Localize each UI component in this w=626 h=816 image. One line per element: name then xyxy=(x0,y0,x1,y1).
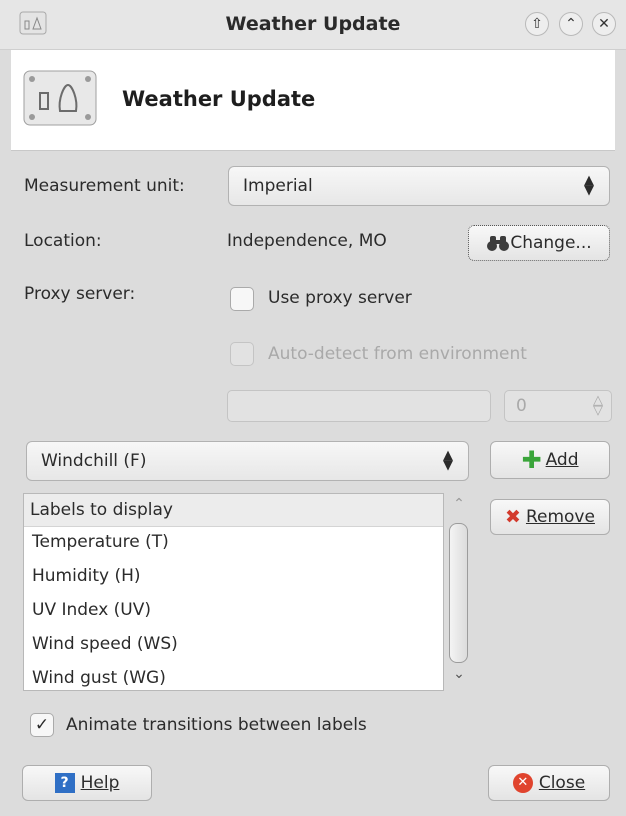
label-type-select[interactable]: Windchill (F) ▲ ▼ xyxy=(26,441,469,481)
proxy-server-label: Proxy server: xyxy=(24,284,136,304)
location-label: Location: xyxy=(24,231,102,251)
measurement-unit-select[interactable]: Imperial ▲ ▼ xyxy=(228,166,610,206)
updown-arrows-icon: ▲ ▼ xyxy=(443,448,453,473)
remove-button-label: Remove xyxy=(525,507,595,527)
help-button-label: Help xyxy=(80,773,120,793)
proxy-host-input[interactable] xyxy=(227,390,491,422)
label-type-value: Windchill (F) xyxy=(41,451,147,471)
labels-list-header[interactable]: Labels to display xyxy=(24,494,443,527)
change-location-button[interactable]: Change... xyxy=(468,225,610,261)
measurement-unit-value: Imperial xyxy=(243,176,313,196)
list-item[interactable]: Humidity (H) xyxy=(24,562,443,596)
updown-arrows-icon: ▲ ▼ xyxy=(584,173,594,198)
scroll-down-icon[interactable]: ⌄ xyxy=(450,666,468,684)
list-item[interactable]: Wind gust (WG) xyxy=(24,664,443,690)
binoculars-icon xyxy=(487,236,510,251)
proxy-port-spinbox[interactable]: 0 △ ▽ xyxy=(504,390,612,422)
remove-label-button[interactable]: ✖ Remove xyxy=(490,499,610,535)
remove-x-icon: ✖ xyxy=(505,505,521,528)
animate-checkbox[interactable]: ✓ xyxy=(30,713,54,737)
close-window-icon[interactable]: ✕ xyxy=(592,12,616,36)
location-value: Independence, MO xyxy=(227,231,387,251)
use-proxy-checkbox[interactable] xyxy=(230,287,254,311)
scrollbar-thumb[interactable] xyxy=(449,523,468,663)
close-button[interactable]: ✕ Close xyxy=(488,765,610,801)
keep-above-icon[interactable]: ⇧ xyxy=(525,12,549,36)
auto-detect-checkbox[interactable] xyxy=(230,342,254,366)
spin-arrows-icon[interactable]: △ ▽ xyxy=(593,394,603,417)
scroll-up-icon[interactable]: ⌃ xyxy=(450,496,468,514)
close-button-label: Close xyxy=(538,773,586,793)
plus-icon: ✚ xyxy=(521,446,542,474)
help-icon: ? xyxy=(54,773,75,793)
checkmark-icon: ✓ xyxy=(34,715,50,735)
measurement-unit-label: Measurement unit: xyxy=(24,176,185,196)
add-button-label: Add xyxy=(545,450,579,470)
add-label-button[interactable]: ✚ Add xyxy=(490,441,610,479)
minimize-icon[interactable]: ⌃ xyxy=(559,12,583,36)
help-button[interactable]: ? Help xyxy=(22,765,152,801)
list-item[interactable]: Wind speed (WS) xyxy=(24,630,443,664)
app-icon xyxy=(23,70,97,126)
animate-transitions-label[interactable]: Animate transitions between labels xyxy=(66,715,367,735)
close-circle-icon: ✕ xyxy=(512,773,533,793)
header-title: Weather Update xyxy=(122,87,316,111)
auto-detect-label: Auto-detect from environment xyxy=(268,344,527,364)
proxy-port-value: 0 xyxy=(516,396,527,416)
list-item[interactable]: UV Index (UV) xyxy=(24,596,443,630)
list-item[interactable]: Temperature (T) xyxy=(24,528,443,562)
change-button-label: Change... xyxy=(510,233,592,253)
labels-list[interactable]: Labels to display Temperature (T) Humidi… xyxy=(23,493,444,691)
use-proxy-label[interactable]: Use proxy server xyxy=(268,288,412,308)
